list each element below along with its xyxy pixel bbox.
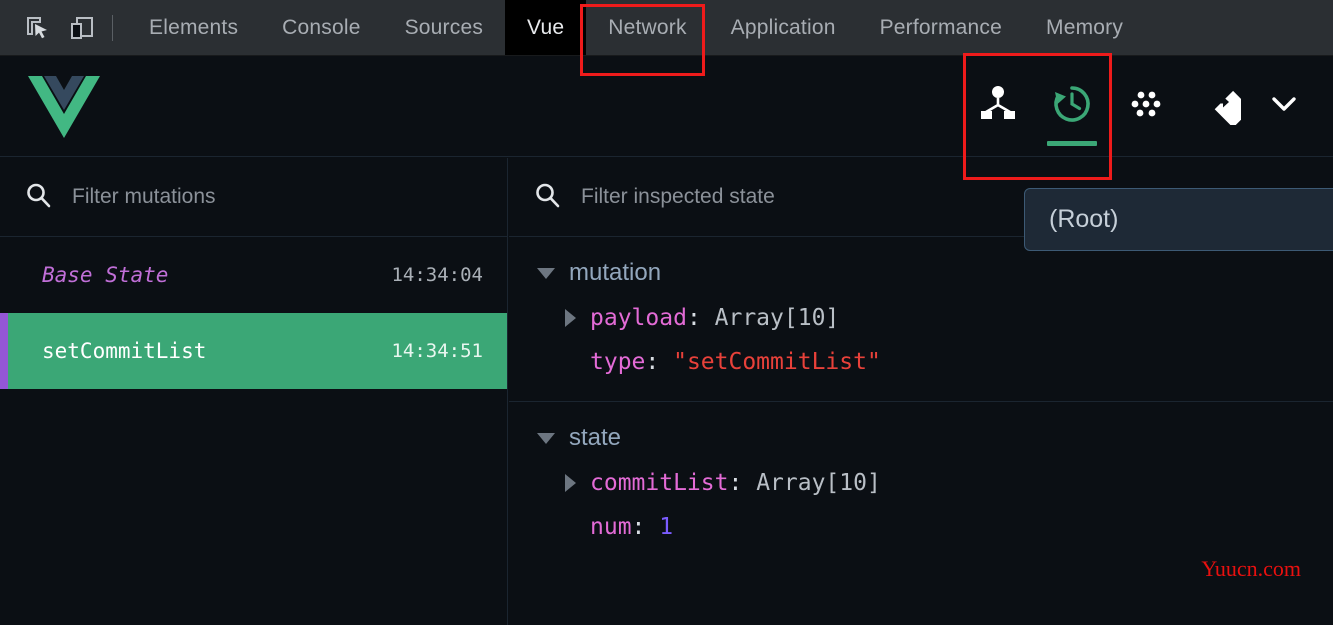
search-icon — [533, 181, 561, 214]
vuex-root-selector[interactable]: (Root) — [1024, 188, 1333, 251]
mutations-filter-input[interactable]: Filter mutations — [72, 185, 216, 209]
tab-application[interactable]: Application — [709, 0, 858, 55]
section-header-state[interactable]: state — [509, 424, 1333, 452]
devtools-tabbar: Elements Console Sources Vue Network App… — [0, 0, 1333, 56]
mutation-active-marker — [0, 313, 8, 389]
routing-button[interactable] — [1183, 57, 1257, 157]
inspector-filter-input[interactable]: Filter inspected state — [581, 185, 775, 209]
entry-colon: : — [728, 470, 757, 496]
history-clock-icon — [1051, 83, 1093, 130]
caret-down-icon[interactable] — [537, 432, 555, 444]
mutation-time: 14:34:51 — [391, 340, 483, 362]
mutations-filter-bar[interactable]: Filter mutations — [0, 158, 507, 237]
active-tab-underline — [1047, 140, 1097, 146]
entry-value: Array[10] — [756, 470, 881, 496]
entry-key: type — [590, 349, 646, 375]
more-button[interactable] — [1257, 57, 1311, 157]
tab-network[interactable]: Network — [586, 0, 708, 55]
tab-memory[interactable]: Memory — [1024, 0, 1145, 55]
events-dots-icon — [1127, 85, 1165, 128]
mutation-time: 14:34:04 — [391, 264, 483, 286]
vue-devtools-header — [0, 57, 1333, 157]
section-title: state — [569, 424, 622, 451]
tab-sources[interactable]: Sources — [383, 0, 505, 55]
state-entry-commitlist[interactable]: commitList : Array[10] — [509, 470, 1333, 496]
mutation-label: setCommitList — [42, 339, 207, 363]
entry-value: 1 — [659, 514, 674, 540]
entry-value: Array[10] — [714, 305, 840, 331]
entry-key: payload — [590, 305, 687, 331]
tab-elements[interactable]: Elements — [127, 0, 260, 55]
component-tree-button[interactable] — [961, 57, 1035, 157]
component-tree-icon — [979, 85, 1017, 128]
chevron-down-icon — [1268, 88, 1300, 125]
inspector-section-state: state commitList : Array[10] num : 1 — [509, 402, 1333, 566]
devtools-tool-icons — [0, 0, 127, 55]
entry-value: "setCommitList" — [673, 349, 881, 375]
vuex-history-button[interactable] — [1035, 57, 1109, 157]
entry-key: commitList — [590, 470, 729, 496]
entry-colon: : — [686, 305, 715, 331]
tab-performance[interactable]: Performance — [858, 0, 1024, 55]
watermark: Yuucn.com — [1201, 556, 1301, 581]
mutation-label: Base State — [42, 263, 169, 287]
inspector-section-mutation: mutation payload : Array[10] type : "set… — [509, 237, 1333, 402]
mutations-panel: Filter mutations Base State 14:34:04 set… — [0, 158, 508, 625]
caret-right-icon[interactable] — [565, 309, 576, 327]
events-button[interactable] — [1109, 57, 1183, 157]
section-title: mutation — [569, 259, 662, 286]
state-entry-num[interactable]: num : 1 — [509, 514, 1333, 540]
toolbar-divider — [112, 14, 113, 41]
entry-colon: : — [631, 514, 660, 540]
state-entry-payload[interactable]: payload : Array[10] — [509, 305, 1333, 331]
section-header-mutation[interactable]: mutation — [509, 259, 1333, 287]
root-selector-value: (Root) — [1049, 205, 1119, 233]
routing-diamond-icon — [1199, 83, 1252, 130]
mutation-row-base-state[interactable]: Base State 14:34:04 — [0, 237, 507, 313]
search-icon — [24, 181, 52, 214]
inspect-element-icon[interactable] — [16, 6, 60, 50]
entry-key: num — [590, 514, 632, 540]
caret-down-icon[interactable] — [537, 267, 555, 279]
mutation-row-setcommitlist[interactable]: setCommitList 14:34:51 — [0, 313, 507, 389]
tab-console[interactable]: Console — [260, 0, 382, 55]
devtools-tabs: Elements Console Sources Vue Network App… — [127, 0, 1145, 55]
entry-colon: : — [645, 349, 674, 375]
caret-right-icon[interactable] — [565, 474, 576, 492]
vue-header-actions — [961, 57, 1333, 156]
device-toolbar-icon[interactable] — [60, 6, 104, 50]
state-entry-type[interactable]: type : "setCommitList" — [509, 349, 1333, 375]
devtools-window: Elements Console Sources Vue Network App… — [0, 0, 1333, 625]
vue-logo — [28, 75, 100, 138]
tab-vue[interactable]: Vue — [505, 0, 587, 55]
